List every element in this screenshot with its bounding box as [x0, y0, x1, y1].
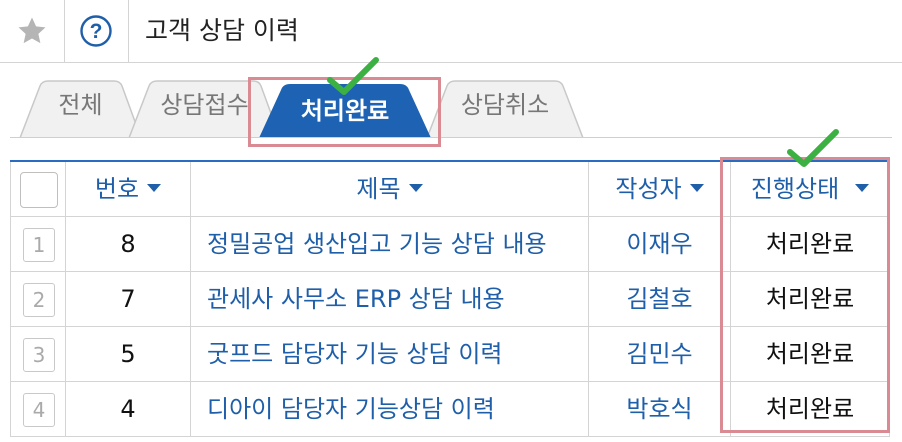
row-index-cell: 3: [10, 327, 65, 381]
sort-down-icon: [408, 184, 423, 192]
row-number: 7: [65, 272, 190, 326]
svg-text:?: ?: [90, 20, 103, 43]
row-number: 4: [65, 382, 190, 436]
row-number: 5: [65, 327, 190, 381]
row-index-cell: 4: [10, 382, 65, 436]
select-all-cell: [10, 162, 65, 216]
star-icon: [18, 17, 46, 44]
row-author-link[interactable]: 김민수: [588, 327, 730, 381]
row-index-cell: 2: [10, 272, 65, 326]
row-number: 8: [65, 217, 190, 271]
favorite-button[interactable]: [0, 0, 65, 62]
row-author-link[interactable]: 김철호: [588, 272, 730, 326]
row-title-link[interactable]: 디아이 담당자 기능상담 이력: [190, 382, 588, 436]
column-header-number[interactable]: 번호: [65, 162, 190, 216]
row-index: 3: [23, 338, 55, 372]
row-author-link[interactable]: 박호식: [588, 382, 730, 436]
row-index: 2: [23, 283, 55, 317]
column-label: 번호: [94, 175, 140, 203]
tab-bar: 전체 상담접수 상담취소 처리완료: [0, 62, 902, 142]
check-mark-icon: [787, 129, 839, 167]
row-title-link[interactable]: 굿프드 담당자 기능 상담 이력: [190, 327, 588, 381]
tab-all[interactable]: 전체: [18, 78, 143, 138]
row-title-link[interactable]: 관세사 사무소 ERP 상담 내용: [190, 272, 588, 326]
tab-label: 상담취소: [460, 91, 550, 119]
column-label: 제목: [356, 175, 401, 203]
tab-label: 전체: [58, 91, 103, 119]
tab-cancelled[interactable]: 상담취소: [425, 78, 585, 138]
row-index: 4: [23, 393, 55, 427]
row-index: 1: [23, 228, 55, 262]
row-title-link[interactable]: 정밀공업 생산입고 기능 상담 내용: [190, 217, 588, 271]
select-all-checkbox[interactable]: [20, 172, 58, 208]
help-button[interactable]: ?: [64, 0, 129, 62]
sort-down-icon: [147, 184, 162, 192]
sort-down-icon: [689, 184, 704, 192]
check-mark-icon: [327, 57, 379, 95]
column-label: 작성자: [615, 175, 682, 203]
help-circle-icon: ?: [80, 15, 112, 47]
column-header-title[interactable]: 제목: [190, 162, 588, 216]
row-index-cell: 1: [10, 217, 65, 271]
row-author-link[interactable]: 이재우: [588, 217, 730, 271]
column-header-author[interactable]: 작성자: [588, 162, 730, 216]
header-bar: ? 고객 상담 이력: [0, 0, 902, 63]
tab-baseline: [10, 137, 892, 138]
page-title: 고객 상담 이력: [145, 16, 299, 45]
status-column-highlight-box: [720, 157, 890, 433]
